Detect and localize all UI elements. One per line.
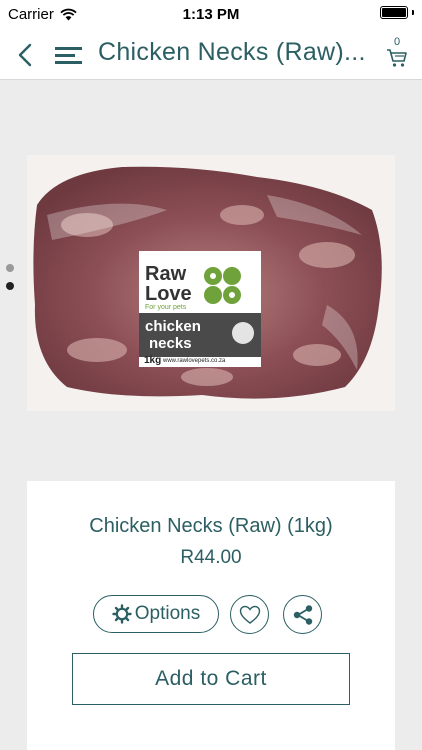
gallery-page-indicator[interactable] xyxy=(6,264,14,290)
options-label: Options xyxy=(134,603,201,624)
page-dot-active[interactable] xyxy=(6,282,14,290)
page-title: Chicken Necks (Raw)... xyxy=(98,38,366,66)
product-price: R44.00 xyxy=(180,547,242,568)
product-photo: Raw Love For your pets chicken necks 1kg… xyxy=(27,155,395,411)
brand-label-product2: necks xyxy=(149,335,192,352)
product-image[interactable]: Raw Love For your pets chicken necks 1kg… xyxy=(27,155,395,411)
navigation-bar: Chicken Necks (Raw)... 0 xyxy=(0,28,422,80)
brand-label-tagline: For your pets xyxy=(145,304,187,311)
cart-button[interactable]: 0 xyxy=(384,36,410,72)
page-dot[interactable] xyxy=(6,264,14,272)
add-to-cart-button[interactable]: Add to Cart xyxy=(72,653,350,705)
back-chevron-icon[interactable] xyxy=(14,42,38,68)
share-button[interactable] xyxy=(283,595,322,634)
brand-label-line2: Love xyxy=(145,283,192,305)
wishlist-button[interactable] xyxy=(230,595,269,634)
brand-label-product1: chicken xyxy=(145,318,201,335)
brand-label-weight: 1kg xyxy=(144,355,161,366)
shopping-cart-icon xyxy=(387,49,407,67)
battery-icon xyxy=(380,6,414,19)
status-bar: Carrier 1:13 PM xyxy=(0,0,422,28)
menu-icon[interactable] xyxy=(54,45,84,65)
product-name: Chicken Necks (Raw) (1kg) xyxy=(89,515,333,537)
brand-label-website: www.rawlovepets.co.za xyxy=(162,358,226,364)
brand-label: Raw Love For your pets chicken necks 1kg… xyxy=(139,251,261,367)
heart-icon xyxy=(239,605,260,624)
brand-label-line1: Raw xyxy=(145,263,187,285)
share-icon xyxy=(293,604,312,625)
cart-count-badge: 0 xyxy=(393,36,401,48)
gear-icon xyxy=(112,604,132,624)
product-card: Chicken Necks (Raw) (1kg) R44.00 Options xyxy=(27,481,395,750)
options-button[interactable]: Options xyxy=(93,595,219,633)
clock: 1:13 PM xyxy=(182,6,240,23)
